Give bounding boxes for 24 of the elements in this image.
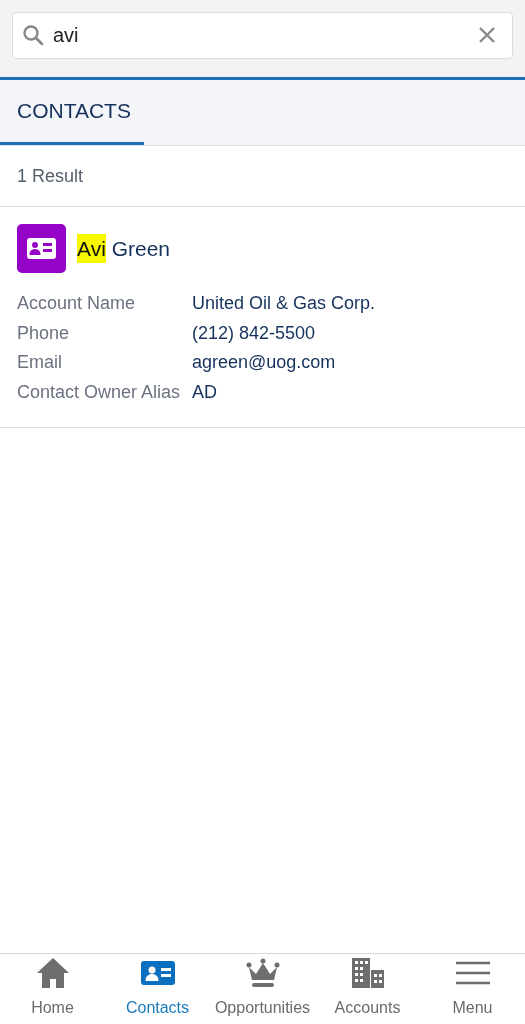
field-value: (212) 842-5500 [192, 321, 316, 345]
contact-name[interactable]: Avi Green [77, 232, 170, 265]
search-field[interactable]: avi [12, 12, 513, 59]
field-label: Phone [17, 321, 71, 345]
buildings-icon [350, 958, 385, 988]
field-label: Account Name [17, 292, 137, 316]
close-icon[interactable] [478, 26, 496, 44]
search-icon [22, 24, 44, 46]
nav-tab[interactable]: Opportunities [210, 954, 315, 1024]
menu-icon [455, 961, 490, 985]
crown-icon [245, 958, 280, 988]
contact-card-icon [17, 224, 66, 273]
home-icon [35, 956, 70, 990]
contact-card-icon [140, 961, 175, 985]
result-count: 1 Result [0, 146, 525, 207]
field-value: United Oil & Gas Corp. [192, 292, 376, 316]
nav-tab[interactable]: Menu [420, 954, 525, 1024]
field-label: Email [17, 351, 63, 375]
field-label: Contact Owner Alias [17, 380, 182, 404]
field-value: agreen@uog.com [192, 351, 336, 375]
nav-tab[interactable]: Contacts [105, 954, 210, 1024]
nav-tab[interactable]: Home [0, 954, 105, 1024]
field-value: AD [192, 380, 217, 404]
nav-tab[interactable]: Accounts [315, 954, 420, 1024]
